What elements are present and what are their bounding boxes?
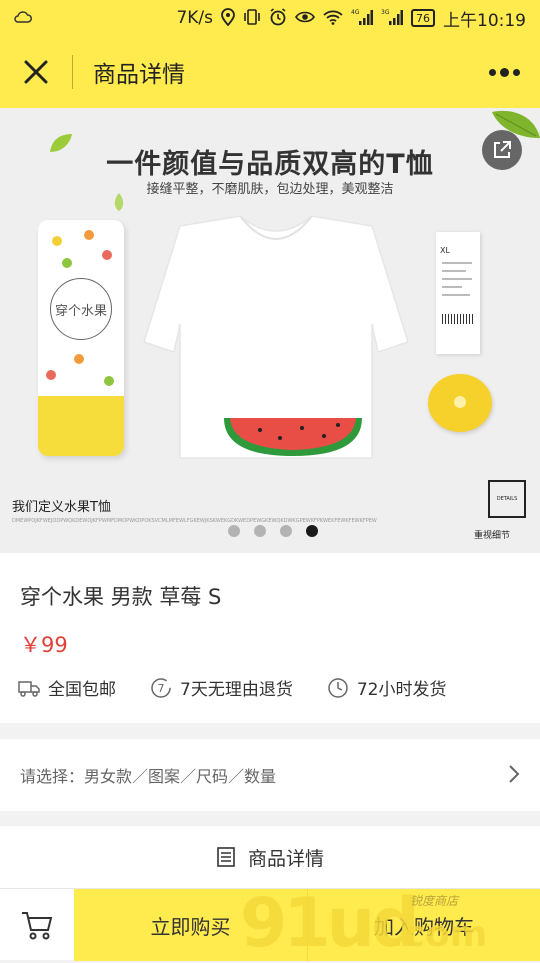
details-caption: 重视细节 [474, 531, 511, 541]
add-to-cart-button[interactable]: 加入购物车 [307, 889, 540, 961]
buy-now-button[interactable]: 立即购买 [74, 889, 307, 961]
vibrate-icon [243, 8, 261, 28]
details-section-header: 商品详情 [0, 826, 540, 888]
service-guarantees: 全国包邮 7 7天无理由退货 72小时发货 [18, 675, 480, 700]
document-icon [217, 847, 235, 867]
spec-selector-label: 请选择：男女款／图案／尺码／数量 [20, 767, 277, 786]
page-title: 商品详情 [93, 62, 185, 88]
close-icon [24, 60, 48, 84]
banner-caption-small: DMEWPOJKFWEJODPWQKDEWOJKFPWMFDMOPWKDPOKS… [12, 518, 377, 524]
product-image-carousel[interactable]: 一件颜值与品质双高的T恤 接缝平整，不磨肌肤，包边处理，美观整洁 穿个水果 XL [0, 108, 540, 553]
share-icon [494, 141, 511, 158]
svg-text:3G: 3G [381, 9, 390, 16]
seven-day-icon: 7 [151, 677, 171, 698]
service-item-free-shipping: 全国包邮 [18, 675, 116, 700]
truck-icon [18, 680, 40, 697]
details-box: DETAILS [488, 480, 526, 518]
product-price: ￥99 [20, 633, 68, 657]
location-icon [221, 7, 235, 29]
clothing-tag-image: XL [436, 232, 480, 354]
carousel-dot[interactable] [254, 525, 266, 537]
signal-icon-b: 3G [381, 8, 403, 29]
nav-bar: 商品详情 [0, 36, 540, 108]
product-info: 穿个水果 男款 草莓 S ￥99 全国包邮 7 7天无理由退货 72小时发货 [0, 553, 540, 723]
carousel-dot-active[interactable] [306, 525, 318, 537]
bottom-action-bar: 立即购买 加入购物车 [0, 888, 540, 961]
spec-selector[interactable]: 请选择：男女款／图案／尺码／数量 [0, 739, 540, 811]
service-item-72h-dispatch: 72小时发货 [327, 675, 447, 700]
more-icon-dot [500, 67, 509, 77]
share-button[interactable] [482, 130, 522, 170]
product-title: 穿个水果 男款 草莓 S [20, 585, 222, 609]
clock-icon [328, 677, 348, 698]
service-label: 全国包邮 [48, 680, 116, 700]
service-label: 7天无理由退货 [180, 680, 293, 700]
cart-button[interactable] [0, 889, 74, 961]
service-label: 72小时发货 [356, 680, 447, 700]
banner-headline: 一件颜值与品质双高的T恤 [106, 149, 434, 180]
packaging-tube-image: 穿个水果 [38, 220, 124, 456]
eye-icon [295, 10, 315, 27]
carousel-dot[interactable] [280, 525, 292, 537]
status-icons: 7K/s 4G 3G 76 上午10:19 [176, 6, 526, 31]
close-button[interactable] [0, 36, 72, 108]
wifi-icon [323, 9, 343, 28]
tube-logo: 穿个水果 [50, 278, 112, 340]
cart-icon [22, 912, 53, 940]
battery-icon: 76 [411, 9, 435, 27]
measuring-tape-image [428, 374, 492, 432]
more-button[interactable] [489, 58, 520, 86]
alarm-icon [269, 7, 287, 29]
banner-subline: 接缝平整，不磨肌肤，包边处理，美观整洁 [146, 182, 394, 197]
clock-time: 上午10:19 [443, 10, 526, 31]
status-bar: 7K/s 4G 3G 76 上午10:19 [0, 0, 540, 36]
details-section-label: 商品详情 [247, 847, 324, 870]
svg-text:7: 7 [158, 682, 165, 695]
more-icon-dot [489, 68, 496, 76]
carousel-dot[interactable] [228, 525, 240, 537]
service-item-seven-day-return: 7 7天无理由退货 [150, 675, 293, 700]
cloud-icon [14, 10, 32, 27]
tag-size: XL [440, 246, 450, 255]
network-speed: 7K/s [176, 8, 213, 28]
signal-icon-a: 4G [351, 8, 373, 29]
chevron-right-icon [509, 765, 520, 783]
more-icon-dot [513, 68, 520, 76]
carousel-indicator [228, 525, 318, 537]
banner-caption: 我们定义水果T恤 [12, 500, 111, 515]
svg-text:4G: 4G [351, 9, 360, 16]
nav-divider [72, 55, 73, 89]
tshirt-image [143, 215, 409, 459]
